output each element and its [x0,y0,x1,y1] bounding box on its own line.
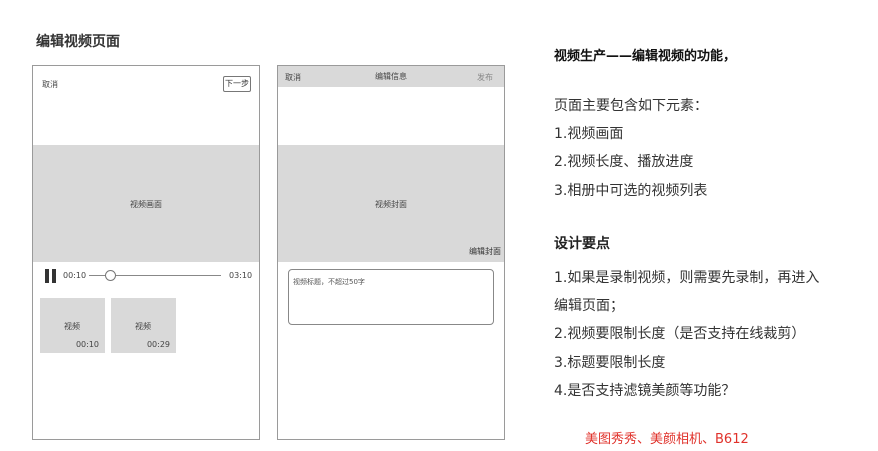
notes-heading: 视频生产——编辑视频的功能， [554,49,737,64]
design-point: 4.是否支持滤镜美颜等功能？ [554,383,736,399]
video-thumbnail[interactable]: 视频 00:29 [111,298,176,353]
element-item: 1.视频画面 [554,126,624,142]
thumbnail-label: 视频 [64,322,80,331]
reference-apps: 美图秀秀、美颜相机、B612 [585,432,749,447]
notes-intro: 页面主要包含如下元素： [554,98,708,114]
video-title-input[interactable]: 视频标题，不超过50字 [288,269,494,325]
element-item: 3.相册中可选的视频列表 [554,183,708,199]
cancel-button[interactable]: 取消 [285,72,301,83]
edit-cover-button[interactable]: 编辑封面 [469,246,501,257]
video-preview-label: 视频画面 [130,200,162,209]
thumbnail-duration: 00:10 [75,340,99,349]
design-point: 编辑页面； [554,298,624,314]
cancel-button[interactable]: 取消 [42,79,58,90]
progress-handle[interactable] [104,270,116,281]
current-time: 00:10 [63,271,87,280]
page-title: 编辑视频页面 [36,34,120,50]
element-item: 2.视频长度、播放进度 [554,154,694,170]
video-cover[interactable]: 视频封面 编辑封面 [278,145,504,262]
pause-icon[interactable] [45,269,57,283]
total-time: 03:10 [229,271,253,280]
design-point: 1.如果是录制视频，则需要先录制，再进入 [554,270,820,286]
edit-video-screen: 取消 下一步 视频画面 00:10 03:10 视频 00:10 视频 00:2… [32,65,260,440]
video-thumbnail[interactable]: 视频 00:10 [40,298,105,353]
next-step-button[interactable]: 下一步 [223,76,251,92]
thumbnail-label: 视频 [135,322,151,331]
design-heading: 设计要点 [554,236,610,252]
header-bar: 取消 编辑信息 发布 [278,66,504,87]
design-point: 3.标题要限制长度 [554,355,666,371]
video-cover-label: 视频封面 [375,200,407,209]
video-preview[interactable]: 视频画面 [33,145,259,262]
design-point: 2.视频要限制长度（是否支持在线裁剪） [554,326,806,342]
publish-button[interactable]: 发布 [477,72,493,83]
edit-info-screen: 取消 编辑信息 发布 视频封面 编辑封面 视频标题，不超过50字 [277,65,505,440]
thumbnail-duration: 00:29 [146,340,170,349]
header-title: 编辑信息 [375,72,407,81]
